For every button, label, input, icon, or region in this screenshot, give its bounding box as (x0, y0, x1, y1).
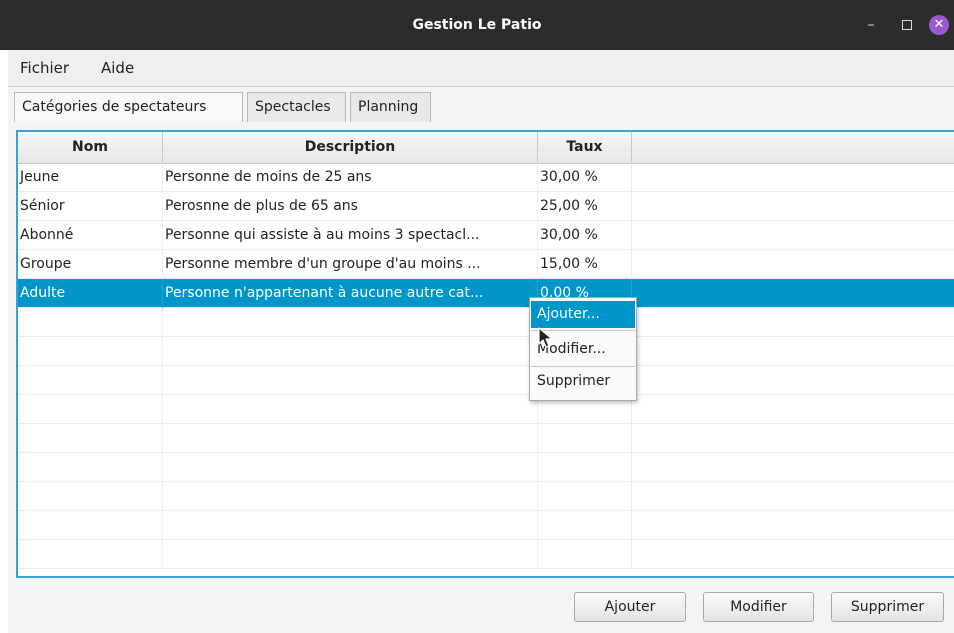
title-bar: Gestion Le Patio – ✕ (0, 0, 954, 50)
maximize-button[interactable] (897, 15, 917, 35)
cell-taux: 30,00 % (538, 221, 632, 250)
context-menu-add[interactable]: Ajouter... (531, 301, 635, 328)
column-header-nom[interactable]: Nom (18, 132, 163, 163)
close-button[interactable]: ✕ (929, 15, 949, 35)
cell-nom: Jeune (18, 163, 163, 192)
table-header: Nom Description Taux (18, 132, 954, 164)
empty-row (18, 511, 954, 540)
empty-row (18, 482, 954, 511)
empty-row (18, 366, 954, 395)
minimize-button[interactable]: – (861, 15, 881, 35)
tab-categories[interactable]: Catégories de spectateurs (14, 92, 243, 122)
table-row[interactable]: Abonné Personne qui assiste à au moins 3… (18, 221, 954, 250)
empty-row (18, 453, 954, 482)
context-menu-separator (531, 366, 635, 367)
menu-fichier[interactable]: Fichier (20, 59, 69, 77)
table-row-selected[interactable]: Adulte Personne n'appartenant à aucune a… (18, 279, 954, 308)
cell-taux: 25,00 % (538, 192, 632, 221)
cell-description: Perosnne de plus de 65 ans (163, 192, 538, 221)
empty-row (18, 395, 954, 424)
app-window: Fichier Aide Catégories de spectateurs S… (8, 50, 954, 633)
cell-description: Personne membre d'un groupe d'au moins .… (163, 250, 538, 279)
column-header-taux[interactable]: Taux (538, 132, 632, 163)
tab-spectacles[interactable]: Spectacles (247, 92, 346, 122)
table-row[interactable]: Groupe Personne membre d'un groupe d'au … (18, 250, 954, 279)
cell-description: Personne qui assiste à au moins 3 specta… (163, 221, 538, 250)
cell-description: Personne n'appartenant à aucune autre ca… (163, 279, 538, 308)
maximize-icon (902, 20, 912, 30)
window-title: Gestion Le Patio (412, 17, 542, 33)
cell-nom: Adulte (18, 279, 163, 308)
add-button[interactable]: Ajouter (574, 592, 686, 622)
empty-row (18, 337, 954, 366)
cell-nom: Groupe (18, 250, 163, 279)
column-header-description[interactable]: Description (163, 132, 538, 163)
table-row[interactable]: Sénior Perosnne de plus de 65 ans 25,00 … (18, 192, 954, 221)
context-menu-delete[interactable]: Supprimer (531, 368, 635, 395)
empty-row (18, 424, 954, 453)
empty-row (18, 540, 954, 569)
table-row[interactable]: Jeune Personne de moins de 25 ans 30,00 … (18, 163, 954, 192)
context-menu: Ajouter... Modifier... Supprimer (529, 297, 637, 401)
mouse-cursor-icon (538, 327, 553, 348)
menu-aide[interactable]: Aide (101, 59, 134, 77)
cell-nom: Abonné (18, 221, 163, 250)
menu-bar: Fichier Aide (8, 50, 954, 87)
edit-button[interactable]: Modifier (703, 592, 814, 622)
delete-button[interactable]: Supprimer (831, 592, 944, 622)
empty-row (18, 308, 954, 337)
cell-taux: 30,00 % (538, 163, 632, 192)
categories-table[interactable]: Nom Description Taux Jeune Personne de m… (16, 130, 954, 578)
cell-nom: Sénior (18, 192, 163, 221)
cell-taux: 15,00 % (538, 250, 632, 279)
cell-description: Personne de moins de 25 ans (163, 163, 538, 192)
tab-planning[interactable]: Planning (350, 92, 431, 122)
